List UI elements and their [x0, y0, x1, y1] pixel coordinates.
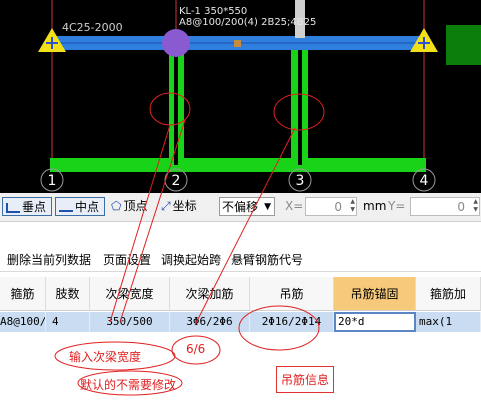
- annotation-arrow-right: [194, 127, 296, 326]
- annotation-note-width: 输入次梁宽度: [69, 350, 142, 364]
- annotation-note-default: 默认的不需要修改: [80, 378, 177, 392]
- annotation-arrow-left-2: [119, 119, 186, 323]
- annotation-arrow-left-1: [109, 124, 171, 323]
- annotation-note-hanger: 吊筋信息: [281, 373, 330, 387]
- annotation-ellipse-hanger: [238, 305, 320, 351]
- annotation-note-rebar: 6/6: [186, 342, 206, 356]
